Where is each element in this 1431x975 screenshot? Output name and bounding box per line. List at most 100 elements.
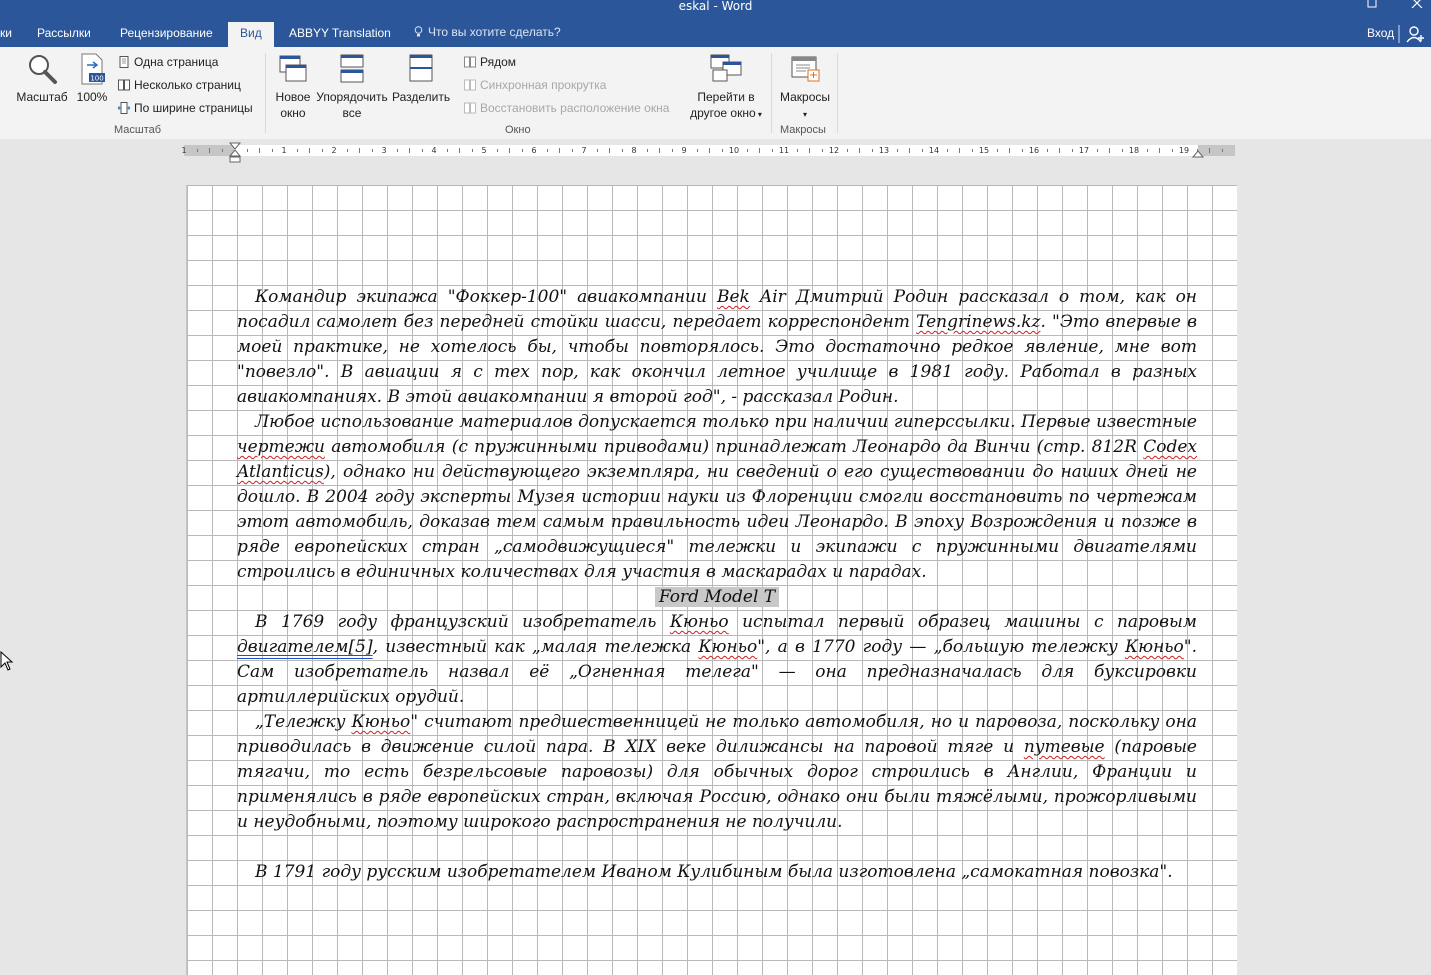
zoom-100-button[interactable]: 100 100%	[74, 53, 110, 105]
zoom-button[interactable]: Масштаб	[12, 53, 72, 105]
text-run: Командир экипажа "Фоккер-100" авиакомпан…	[255, 287, 717, 307]
tab-partial[interactable]: ки	[0, 26, 12, 40]
side-by-side-label: Рядом	[480, 55, 517, 69]
tab-review[interactable]: Рецензирование	[120, 26, 213, 40]
new-window-label-2: окно	[280, 106, 306, 120]
mouse-pointer-icon	[0, 651, 14, 671]
group-separator	[837, 53, 838, 133]
ruler-number: 3	[381, 146, 387, 155]
multiple-pages-button[interactable]: Несколько страниц	[118, 78, 241, 92]
switch-window-button[interactable]: Перейти в другое окно ▾	[682, 53, 770, 123]
misspelled-word: Кюньо	[1124, 637, 1184, 657]
page-width-icon	[118, 102, 130, 114]
zoom-100-icon: 100	[81, 53, 105, 85]
close-window-icon[interactable]	[1411, 0, 1423, 10]
ruler-tick	[521, 149, 523, 152]
ruler-tick	[209, 148, 210, 153]
text-run: „Тележку	[255, 712, 352, 732]
ruler-tick	[671, 149, 673, 152]
one-page-label: Одна страница	[134, 55, 219, 69]
new-window-button[interactable]: Новое окно	[270, 53, 316, 121]
ruler-tick	[196, 149, 198, 152]
ruler-tick	[221, 149, 223, 152]
ruler-tick	[1171, 149, 1173, 152]
one-page-button[interactable]: Одна страница	[118, 55, 218, 69]
ruler-tick	[896, 149, 898, 152]
split-button[interactable]: Разделить	[392, 53, 450, 105]
misspelled-word: Кюньо	[669, 612, 729, 632]
page-width-button[interactable]: По ширине страницы	[118, 101, 253, 115]
ruler-number: 13	[878, 146, 890, 155]
ruler-number: 7	[581, 146, 587, 155]
ruler-tick	[409, 148, 410, 153]
misspelled-word: Bek	[717, 287, 750, 307]
switch-window-label-2: другое окно	[690, 106, 756, 120]
ruler-number: 8	[631, 146, 637, 155]
ruler-number: 2	[331, 146, 337, 155]
ruler-number: 19	[1178, 146, 1190, 155]
misspelled-word: Кюньо	[698, 637, 758, 657]
misspelled-word: Кюньо	[351, 712, 411, 732]
ruler-number: 12	[828, 146, 840, 155]
ruler-tick	[771, 149, 773, 152]
window-title: eskal - Word	[678, 0, 753, 13]
ruler-tick	[959, 148, 960, 153]
horizontal-ruler[interactable]: 1 1 2 3 4 5 6 7 8 9 10 11 12 13 14 15 16 17 18 19	[181, 145, 1235, 156]
ruler-number: 1	[181, 146, 187, 155]
tab-abbyy-translation[interactable]: ABBYY Translation	[289, 26, 391, 40]
side-by-side-icon	[464, 56, 476, 68]
tell-me-box[interactable]: Что вы хотите сделать?	[414, 25, 561, 39]
restore-window-icon[interactable]	[1366, 0, 1378, 10]
paragraph: В 1791 году русским изобретателем Иваном…	[255, 862, 1173, 882]
reset-window-position-button[interactable]: Восстановить расположение окна	[464, 101, 669, 115]
ruler-tick	[821, 149, 823, 152]
arrange-all-label-1: Упорядочить	[316, 90, 388, 104]
ruler-tick	[1221, 149, 1223, 152]
ruler-number: 10	[728, 146, 740, 155]
ruler-tick	[296, 149, 298, 152]
document-body[interactable]: Командир экипажа "Фоккер-100" авиакомпан…	[237, 285, 1197, 885]
sign-in-link[interactable]: Вход	[1367, 26, 1394, 40]
multiple-pages-label: Несколько страниц	[134, 78, 241, 92]
paragraph: В 1769 году французский изобретатель Кюн…	[237, 610, 1197, 710]
right-indent-marker-icon[interactable]	[1192, 149, 1204, 158]
title-bar: eskal - Word	[0, 0, 1431, 14]
ruler-tick	[996, 149, 998, 152]
ruler-tick	[1046, 149, 1048, 152]
misspelled-word: чертежи	[237, 437, 325, 457]
ruler-tick	[471, 149, 473, 152]
text-run: В 1769 году французский изобретатель	[255, 612, 670, 632]
ruler-tick	[259, 148, 260, 153]
window-group-label: Окно	[505, 124, 531, 136]
ruler-tick	[571, 149, 573, 152]
macros-button[interactable]: Макросы ▾	[776, 53, 834, 123]
ruler-number: 18	[1128, 146, 1140, 155]
reset-position-icon	[464, 102, 476, 114]
zoom-group-label: Масштаб	[114, 124, 162, 136]
tab-mailings[interactable]: Рассылки	[37, 26, 91, 40]
indent-marker-icon[interactable]	[229, 142, 241, 164]
ruler-number: 16	[1028, 146, 1040, 155]
text-run: ), однако ни действующего экземпляра, ни…	[237, 462, 1197, 582]
share-user-icon[interactable]	[1406, 25, 1424, 43]
sync-scroll-button[interactable]: Синхронная прокрутка	[464, 78, 606, 92]
arrange-all-button[interactable]: Упорядочить все	[314, 53, 390, 121]
ruler-tick	[696, 149, 698, 152]
ruler-tick	[1209, 148, 1210, 153]
split-icon	[409, 54, 433, 82]
ruler-tick	[421, 149, 423, 152]
document-page[interactable]: Командир экипажа "Фоккер-100" авиакомпан…	[186, 185, 1237, 975]
ruler-tick	[496, 149, 498, 152]
ruler-number: 4	[431, 146, 437, 155]
paragraph: Любое использование материалов допускает…	[237, 410, 1197, 585]
one-page-icon	[119, 56, 129, 68]
tab-view[interactable]: Вид	[228, 22, 274, 47]
ruler-tick	[396, 149, 398, 152]
text-run	[750, 287, 760, 307]
ribbon-view: Масштаб 100 100% Одна страница Несколько…	[0, 47, 1431, 140]
lightbulb-icon	[414, 26, 423, 37]
side-by-side-button[interactable]: Рядом	[464, 55, 516, 69]
ruler-tick	[346, 149, 348, 152]
ruler-tick	[446, 149, 448, 152]
ruler-number: 5	[481, 146, 487, 155]
